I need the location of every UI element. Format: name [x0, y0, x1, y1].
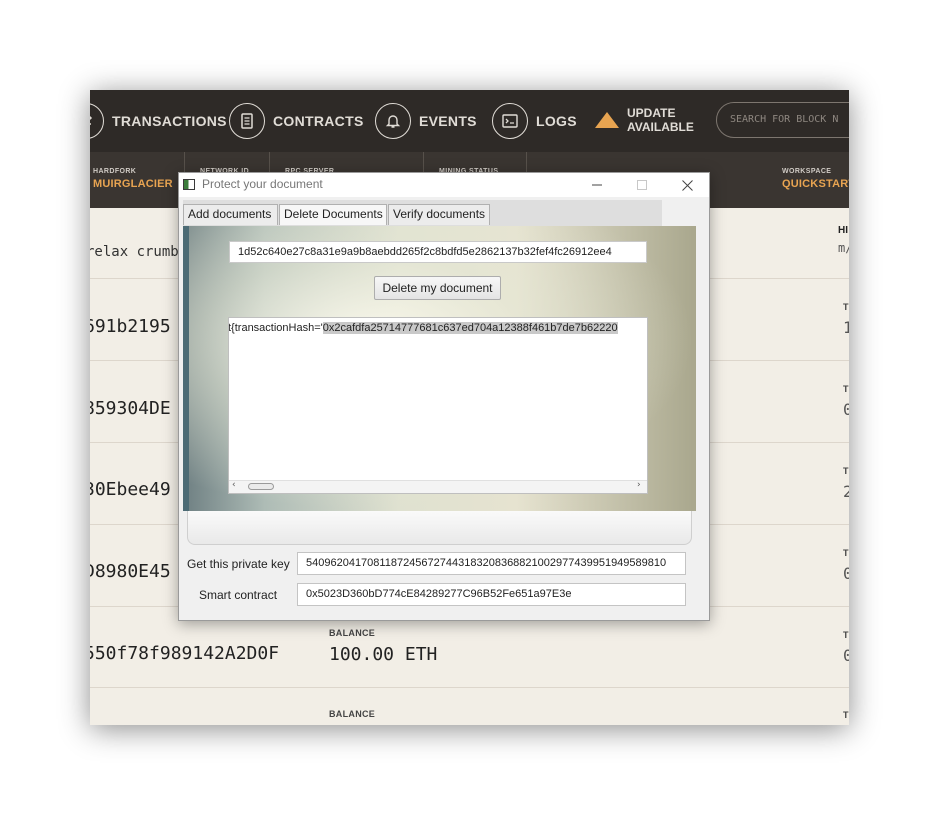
tab-add-documents[interactable]: Add documents: [183, 204, 278, 225]
delete-document-button[interactable]: Delete my document: [374, 276, 501, 300]
tx-count-value: 0: [843, 646, 849, 665]
hardfork-value: MUIRGLACIER: [93, 178, 173, 190]
tab-verify-documents[interactable]: Verify documents: [388, 204, 490, 225]
nav-logs-label: LOGS: [536, 113, 577, 129]
scroll-right-icon[interactable]: ›: [637, 480, 641, 490]
nav-events-label: EVENTS: [419, 113, 477, 129]
account-address: 691b2195: [90, 316, 171, 337]
nav-logs[interactable]: LOGS: [492, 90, 577, 152]
nav-transactions-label: TRANSACTIONS: [112, 113, 227, 129]
smart-contract-label: Smart contract: [199, 588, 278, 602]
hd-path-label: HI: [838, 225, 848, 236]
private-key-label: Get this private key: [187, 557, 290, 571]
screenshot-window: TRANSACTIONS CONTRACTS EVENTS LOGS UPDAT…: [90, 90, 849, 725]
update-line2: AVAILABLE: [627, 120, 694, 134]
transaction-output-textarea[interactable]: t{transactionHash='0x2cafdfa25714777681c…: [228, 317, 648, 494]
tx-count-label: T: [843, 630, 849, 640]
tab-bar: Add documents Delete Documents Verify do…: [183, 200, 662, 227]
tx-count-label: T: [843, 548, 849, 558]
hardfork-label: HARDFORK: [93, 168, 137, 175]
scroll-left-icon[interactable]: ‹: [232, 480, 236, 490]
tx-count-value: 0: [843, 564, 849, 583]
nav-transactions[interactable]: TRANSACTIONS: [90, 90, 227, 152]
app-icon: [183, 179, 195, 190]
update-arrow-icon: [595, 112, 619, 128]
delete-tab-panel: 1d52c640e27c8a31e9a9b8aebdd265f2c8bdfd5e…: [183, 226, 696, 511]
tx-count-label: T: [843, 466, 849, 476]
update-line1: UPDATE: [627, 106, 676, 120]
top-nav: TRANSACTIONS CONTRACTS EVENTS LOGS UPDAT…: [90, 90, 849, 152]
arrows-icon: [90, 103, 104, 139]
workspace-label: WORKSPACE: [782, 168, 832, 175]
document-hash-input[interactable]: 1d52c640e27c8a31e9a9b8aebdd265f2c8bdfd5e…: [229, 241, 647, 263]
output-prefix: t{transactionHash=': [228, 322, 323, 334]
smart-contract-field[interactable]: 0x5023D360bD774cE84289277C96B52Fe651a97E…: [297, 583, 686, 606]
close-button[interactable]: [671, 175, 703, 195]
terminal-icon: [492, 103, 528, 139]
balance-value: 100.00 ETH: [329, 644, 438, 665]
account-row[interactable]: BALANCE T: [90, 688, 849, 725]
close-icon: [681, 179, 693, 191]
tx-count-value: 0: [843, 400, 849, 419]
bell-icon: [375, 103, 411, 139]
tx-count-value: 2: [843, 482, 849, 501]
workspace-value[interactable]: QUICKSTART: [782, 178, 849, 190]
tx-count-label: T: [843, 710, 849, 720]
account-address: D8980E45: [90, 561, 171, 582]
balance-label: BALANCE: [329, 628, 376, 638]
account-address: 859304DE: [90, 398, 171, 419]
tx-count-value: 1: [843, 318, 849, 337]
protect-document-dialog: Protect your document Add documents Dele…: [178, 172, 710, 621]
output-selected-hash: 0x2cafdfa25714777681c637ed704a12388f461b…: [322, 322, 618, 334]
panel-bottom-frame: [187, 511, 692, 545]
scrollbar-thumb[interactable]: [248, 483, 274, 490]
horizontal-scrollbar[interactable]: ‹ ›: [229, 480, 647, 493]
mnemonic-text: relax crumb: [90, 244, 179, 260]
tab-delete-documents[interactable]: Delete Documents: [279, 204, 387, 225]
document-icon: [229, 103, 265, 139]
dialog-titlebar[interactable]: Protect your document: [179, 173, 709, 197]
private-key-field[interactable]: 5409620417081187245672744318320836882100…: [297, 552, 686, 575]
nav-contracts-label: CONTRACTS: [273, 113, 364, 129]
maximize-icon: [637, 180, 647, 190]
update-text: UPDATE AVAILABLE: [627, 106, 694, 134]
nav-contracts[interactable]: CONTRACTS: [229, 90, 364, 152]
account-address: 30Ebee49: [90, 479, 171, 500]
balance-label: BALANCE: [329, 709, 376, 719]
minimize-button[interactable]: [581, 175, 613, 195]
tx-count-label: T: [843, 302, 849, 312]
dialog-title: Protect your document: [202, 177, 323, 191]
minimize-icon: [592, 184, 602, 186]
tx-count-label: T: [843, 384, 849, 394]
hd-path-value: m/: [838, 241, 849, 255]
transaction-output-text: t{transactionHash='0x2cafdfa25714777681c…: [228, 322, 618, 334]
nav-events[interactable]: EVENTS: [375, 90, 477, 152]
maximize-button[interactable]: [626, 175, 658, 195]
search-input[interactable]: SEARCH FOR BLOCK N: [716, 102, 849, 138]
update-available-button[interactable]: UPDATE AVAILABLE: [595, 106, 694, 134]
account-address: 550f78f989142A2D0F: [90, 643, 280, 664]
